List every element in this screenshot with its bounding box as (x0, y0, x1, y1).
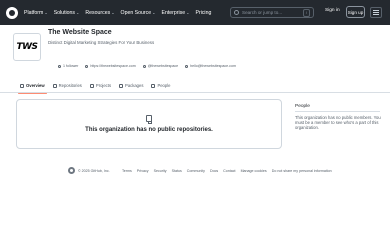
org-name: The Website Space (48, 29, 112, 36)
table-icon (89, 83, 94, 88)
chevron-down-icon: ⌄ (44, 10, 48, 15)
tab-packages[interactable]: Packages (119, 78, 143, 93)
empty-repositories-message: This organization has no public reposito… (85, 127, 213, 133)
people-description: This organization has no public members.… (295, 115, 381, 131)
tab-projects[interactable]: Projects (89, 78, 112, 93)
chevron-down-icon: ⌄ (152, 10, 156, 15)
footer-link-contact[interactable]: Contact (223, 169, 235, 173)
footer-link-privacy[interactable]: Privacy (137, 169, 149, 173)
repo-icon (146, 115, 152, 124)
followers-link[interactable]: 1 follower (58, 64, 78, 68)
sign-in-link[interactable]: Sign in (325, 8, 340, 13)
nav-platform[interactable]: Platform ⌄ (24, 10, 48, 16)
book-icon (20, 83, 24, 88)
website-link[interactable]: https://thewebsitespace.com (85, 64, 136, 68)
nav-pricing-label: Pricing (195, 9, 212, 16)
mail-icon (185, 64, 189, 68)
repositories-empty-state: This organization has no public reposito… (16, 99, 282, 149)
link-icon (85, 64, 89, 68)
footer-link-community[interactable]: Community (187, 169, 205, 173)
x-icon (142, 64, 146, 68)
org-meta: 1 follower https://thewebsitespace.com @… (58, 64, 236, 68)
email-address: hello@thewebsitespace.com (190, 64, 236, 68)
nav-solutions-label: Solutions (53, 9, 76, 16)
person-icon (151, 83, 156, 88)
search-placeholder: Search or jump to... (242, 10, 283, 15)
footer-link-manage-cookies[interactable]: Manage cookies (241, 169, 267, 173)
tab-people-label: People (157, 83, 171, 88)
footer-link-do-not-share[interactable]: Do not share my personal information (272, 169, 332, 173)
org-logo-text: TWS (16, 42, 38, 52)
footer-copyright: © 2025 GitHub, Inc. (78, 169, 110, 173)
github-logo-icon[interactable] (6, 6, 18, 19)
nav-open-source-label: Open Source (120, 9, 152, 16)
nav-resources-label: Resources (85, 9, 111, 16)
chevron-down-icon: ⌄ (76, 10, 80, 15)
nav-enterprise[interactable]: Enterprise ⌄ (161, 10, 189, 16)
twitter-link[interactable]: @thewebsitespace (142, 64, 179, 68)
followers-count: 1 follower (63, 64, 79, 68)
tab-repositories-label: Repositories (58, 83, 82, 88)
menu-icon[interactable] (370, 7, 382, 18)
divider (295, 111, 380, 112)
search-icon (234, 10, 239, 15)
footer-link-terms[interactable]: Terms (122, 169, 132, 173)
nav-solutions[interactable]: Solutions ⌄ (54, 10, 80, 16)
tab-overview-label: Overview (26, 83, 45, 88)
twitter-handle: @thewebsitespace (147, 64, 179, 68)
people-icon (58, 64, 61, 68)
repo-icon (52, 83, 57, 88)
nav-open-source[interactable]: Open Source ⌄ (121, 10, 156, 16)
tab-overview[interactable]: Overview (18, 78, 47, 94)
chevron-down-icon: ⌄ (186, 10, 190, 15)
sign-up-button[interactable]: Sign up (346, 6, 365, 18)
tab-projects-label: Projects (95, 83, 112, 88)
org-tabs: Overview Repositories Projects Packages … (0, 78, 390, 94)
footer-link-status[interactable]: Status (172, 169, 182, 173)
email-link[interactable]: hello@thewebsitespace.com (185, 64, 236, 68)
website-url: https://thewebsitespace.com (90, 64, 136, 68)
github-footer-logo-icon[interactable] (68, 167, 75, 174)
main-nav: Platform ⌄ Solutions ⌄ Resources ⌄ Open Sou… (24, 10, 211, 16)
people-heading-link[interactable]: People (295, 104, 310, 109)
package-icon (119, 83, 124, 88)
nav-pricing[interactable]: Pricing (196, 10, 212, 16)
org-description: Distinct Digital Marketing Strategies Fo… (48, 40, 155, 45)
nav-enterprise-label: Enterprise (161, 9, 186, 16)
nav-platform-label: Platform (24, 9, 44, 16)
nav-resources[interactable]: Resources ⌄ (85, 10, 114, 16)
footer-links: Terms Privacy Security Status Community … (122, 169, 332, 173)
tab-people[interactable]: People (151, 78, 170, 93)
tab-packages-label: Packages (125, 83, 144, 88)
search-input[interactable]: Search or jump to... / (230, 7, 314, 18)
top-navigation: Platform ⌄ Solutions ⌄ Resources ⌄ Open Sou… (0, 0, 390, 25)
footer-link-security[interactable]: Security (154, 169, 167, 173)
org-avatar: TWS (13, 33, 41, 61)
chevron-down-icon: ⌄ (111, 10, 115, 15)
tab-repositories[interactable]: Repositories (52, 78, 82, 93)
search-shortcut-key: / (302, 8, 310, 17)
footer-link-docs[interactable]: Docs (210, 169, 218, 173)
